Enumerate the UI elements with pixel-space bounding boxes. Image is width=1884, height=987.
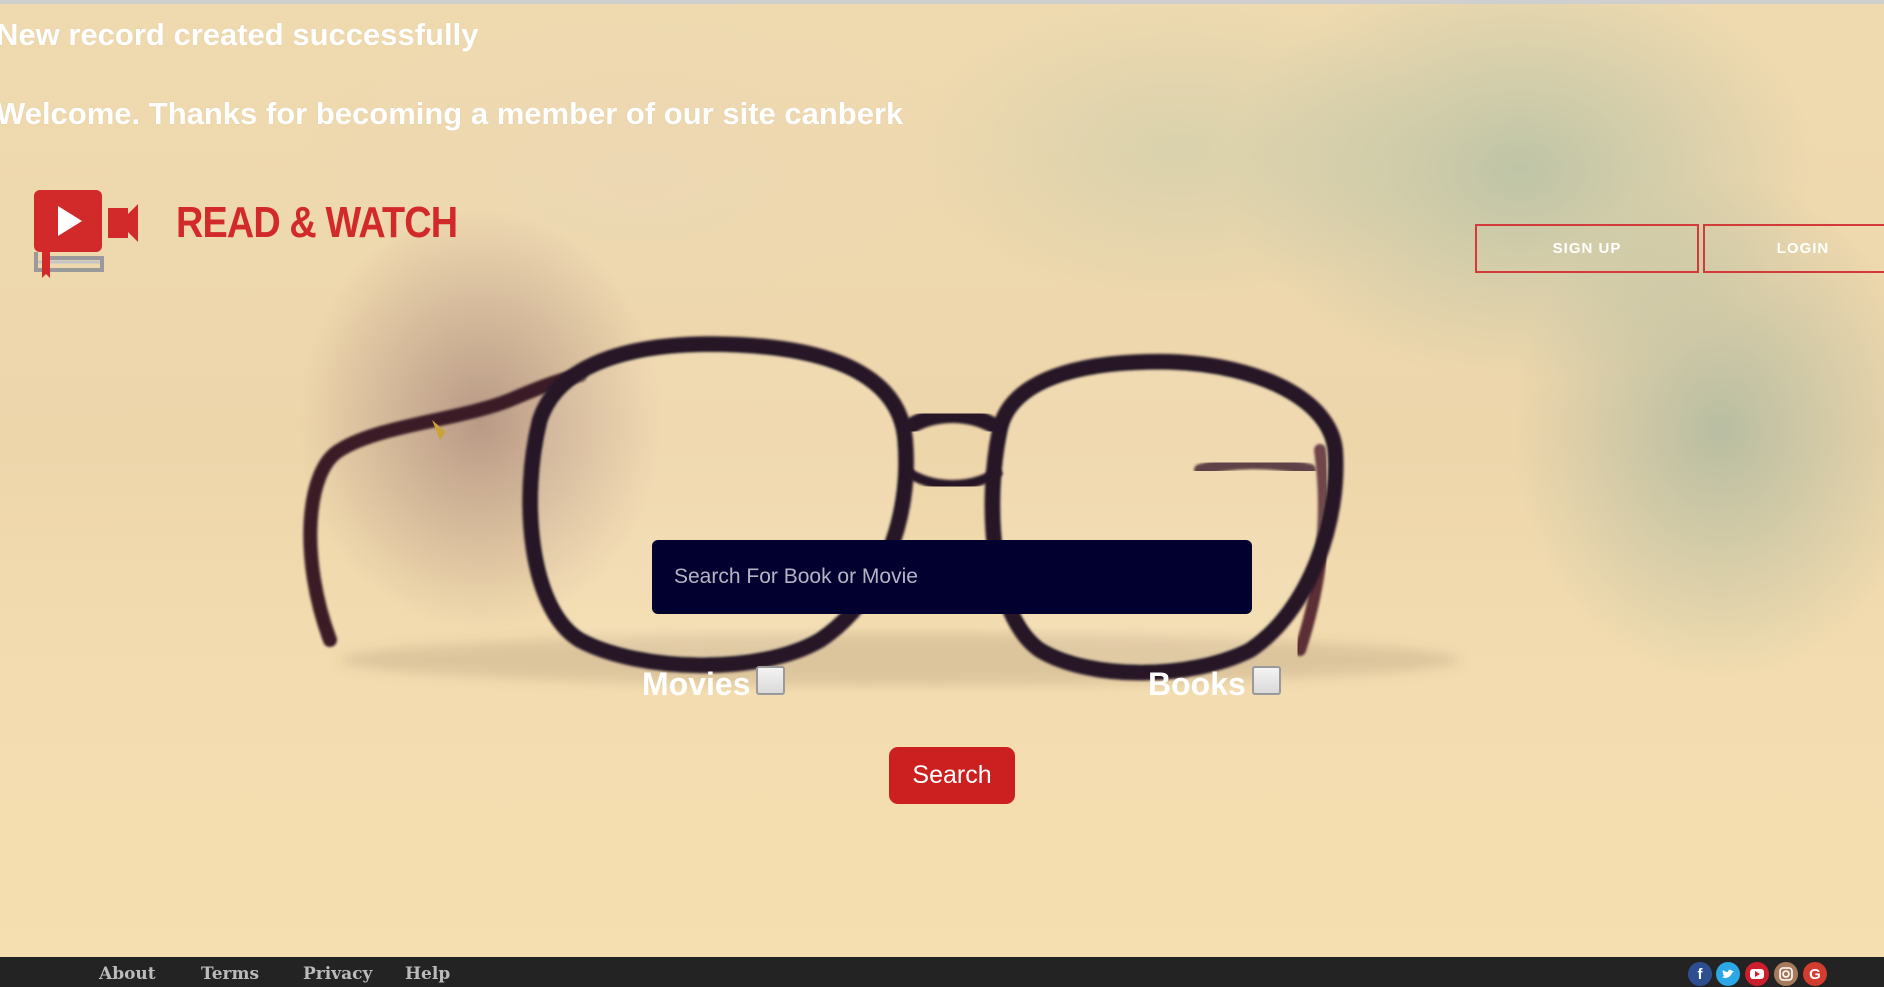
google-plus-icon[interactable]: G bbox=[1803, 962, 1827, 986]
footer-link-privacy[interactable]: Privacy bbox=[303, 964, 372, 984]
login-button[interactable]: LOGIN bbox=[1703, 224, 1884, 273]
movies-label: Movies bbox=[642, 666, 751, 702]
instagram-icon[interactable] bbox=[1774, 962, 1798, 986]
search-box bbox=[652, 540, 1252, 614]
footer-link-terms[interactable]: Terms bbox=[201, 964, 259, 984]
sign-up-button[interactable]: SIGN UP bbox=[1475, 224, 1699, 273]
top-border bbox=[0, 0, 1884, 4]
footer: About Terms Privacy Help bbox=[0, 957, 1884, 987]
facebook-icon[interactable]: f bbox=[1688, 962, 1712, 986]
search-button[interactable]: Search bbox=[889, 747, 1015, 804]
search-input[interactable] bbox=[672, 564, 1252, 590]
footer-link-about[interactable]: About bbox=[99, 964, 156, 984]
background-image bbox=[0, 0, 1884, 987]
success-message: New record created successfully bbox=[0, 17, 479, 52]
books-checkbox[interactable] bbox=[1252, 666, 1281, 695]
books-label: Books bbox=[1148, 666, 1246, 702]
welcome-message: Welcome. Thanks for becoming a member of… bbox=[0, 96, 904, 131]
footer-link-help[interactable]: Help bbox=[405, 964, 450, 984]
twitter-icon[interactable] bbox=[1716, 962, 1740, 986]
glasses-illustration bbox=[303, 336, 1460, 686]
movies-checkbox[interactable] bbox=[756, 666, 785, 695]
youtube-icon[interactable] bbox=[1745, 962, 1769, 986]
brand-name[interactable]: READ & WATCH bbox=[176, 198, 458, 248]
